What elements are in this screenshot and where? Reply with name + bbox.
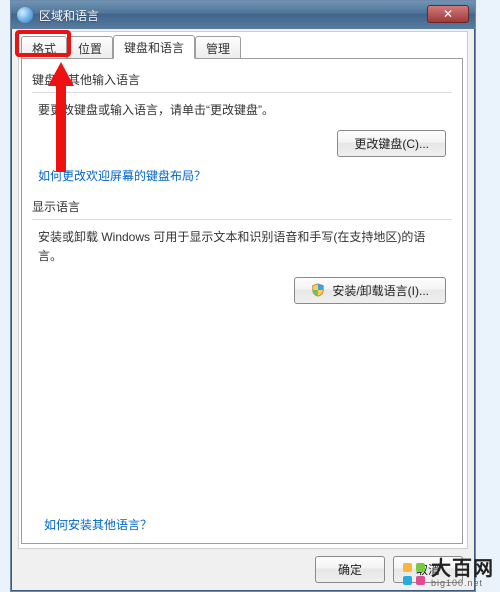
install-uninstall-languages-button[interactable]: 安装/卸载语言(I)... (294, 277, 446, 304)
group-title-keyboards: 键盘和其他输入语言 (32, 71, 452, 88)
watermark-url: big100.net (431, 579, 494, 588)
divider (32, 92, 452, 93)
dialog-body: 格式 位置 键盘和语言 管理 键盘和其他输入语言 要更改键盘或输入语言，请单击“… (18, 31, 468, 549)
watermark-name: 大百网 (431, 559, 494, 579)
change-keyboards-button[interactable]: 更改键盘(C)... (337, 130, 446, 157)
tab-location[interactable]: 位置 (67, 36, 113, 59)
tab-label: 管理 (206, 42, 230, 56)
window-title: 区域和语言 (39, 7, 99, 24)
tab-label: 位置 (78, 42, 102, 56)
ok-button[interactable]: 确定 (315, 556, 385, 583)
keyboards-description: 要更改键盘或输入语言，请单击“更改键盘”。 (38, 101, 446, 120)
titlebar[interactable]: 区域和语言 ✕ (11, 1, 475, 29)
tab-page-keyboards: 键盘和其他输入语言 要更改键盘或输入语言，请单击“更改键盘”。 更改键盘(C).… (21, 58, 463, 544)
close-button[interactable]: ✕ (427, 5, 469, 23)
welcome-screen-layout-link[interactable]: 如何更改欢迎屏幕的键盘布局？ (38, 169, 206, 183)
watermark-logo-icon (403, 563, 425, 585)
tab-strip: 格式 位置 键盘和语言 管理 (21, 36, 467, 58)
tab-keyboards-languages[interactable]: 键盘和语言 (113, 35, 195, 59)
tab-label: 键盘和语言 (124, 41, 184, 55)
tab-label: 格式 (32, 42, 56, 56)
globe-icon (17, 7, 33, 23)
divider (32, 219, 452, 220)
shield-icon (311, 283, 325, 297)
close-icon: ✕ (443, 6, 453, 22)
how-install-languages-link[interactable]: 如何安装其他语言？ (44, 518, 152, 532)
display-language-description: 安装或卸载 Windows 可用于显示文本和识别语音和手写(在支持地区)的语言。 (38, 228, 446, 266)
tab-formats[interactable]: 格式 (21, 36, 67, 59)
region-language-dialog: 区域和语言 ✕ 格式 位置 键盘和语言 管理 键盘和其他输入语言 要更改键盘或输… (10, 0, 476, 592)
group-title-display-language: 显示语言 (32, 198, 452, 215)
install-button-label: 安装/卸载语言(I)... (332, 284, 429, 298)
watermark: 大百网 big100.net (403, 559, 494, 588)
tab-administrative[interactable]: 管理 (195, 36, 241, 59)
